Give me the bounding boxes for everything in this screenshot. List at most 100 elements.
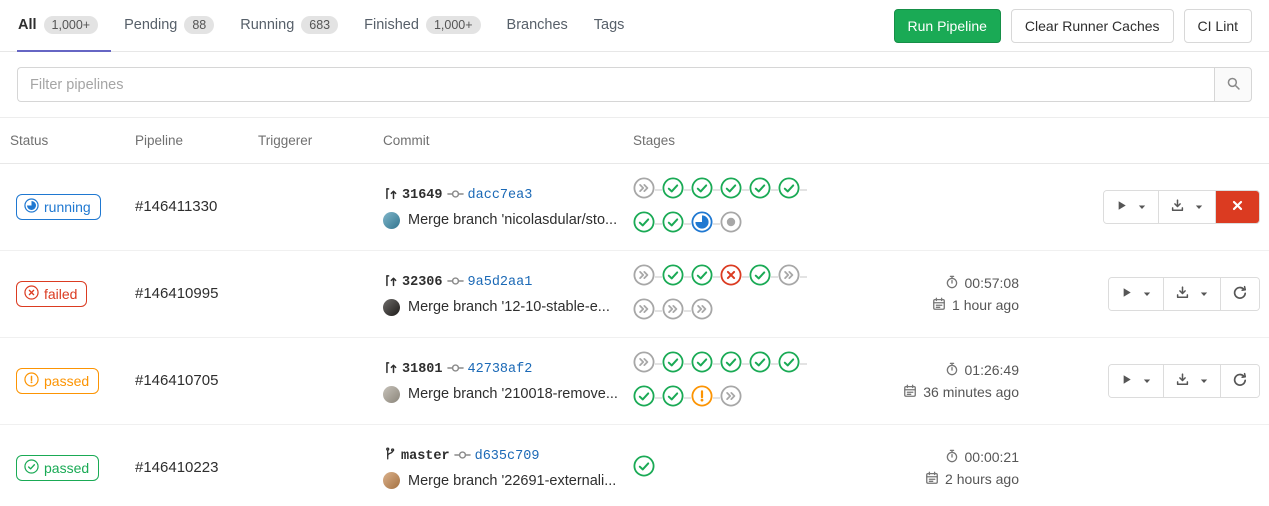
filter-pipelines-input[interactable] xyxy=(17,67,1214,102)
ref-link[interactable]: 31649 xyxy=(402,188,443,203)
clear-runner-caches-button[interactable]: Clear Runner Caches xyxy=(1011,9,1174,43)
download-artifacts-button[interactable] xyxy=(1158,191,1215,223)
stage-icon-skipped[interactable] xyxy=(691,298,713,325)
stage-connector xyxy=(655,223,662,225)
stage-icon-passed[interactable] xyxy=(662,211,691,238)
column-header-triggerer: Triggerer xyxy=(258,133,383,148)
ci-lint-button[interactable]: CI Lint xyxy=(1184,9,1252,43)
status-badge-label: passed xyxy=(44,373,89,389)
passed-status-icon xyxy=(662,351,684,378)
passed-status-icon xyxy=(691,351,713,378)
age-text: 2 hours ago xyxy=(945,471,1019,487)
play-pipeline-button[interactable] xyxy=(1109,278,1163,310)
stage-icon-running[interactable] xyxy=(691,211,720,238)
stage-icon-warning[interactable] xyxy=(691,385,720,412)
commit-message-link[interactable]: Merge branch '210018-remove... xyxy=(408,386,618,402)
pipeline-id-link[interactable]: #146410223 xyxy=(135,459,218,476)
pipeline-id-link[interactable]: #146411330 xyxy=(135,198,217,215)
download-artifacts-button[interactable] xyxy=(1163,278,1220,310)
stage-icon-skipped[interactable] xyxy=(778,264,807,291)
stage-connector xyxy=(771,276,778,278)
stage-icon-passed[interactable] xyxy=(778,177,807,204)
stages-list xyxy=(633,455,813,482)
pipelines-table-header: Status Pipeline Triggerer Commit Stages xyxy=(0,118,1269,164)
stage-connector xyxy=(684,276,691,278)
stage-icon-passed[interactable] xyxy=(662,351,691,378)
commit-message-link[interactable]: Merge branch 'nicolasdular/sto... xyxy=(408,212,617,228)
stage-icon-passed[interactable] xyxy=(662,385,691,412)
stage-icon-passed[interactable] xyxy=(720,351,749,378)
pipeline-age: 1 hour ago xyxy=(932,297,1019,314)
download-icon xyxy=(1170,198,1185,216)
stages-cell xyxy=(633,351,838,412)
commit-author-avatar[interactable] xyxy=(383,472,400,489)
passed-status-icon xyxy=(749,177,771,204)
close-icon xyxy=(1231,199,1244,215)
commit-author-avatar[interactable] xyxy=(383,386,400,403)
stage-icon-passed[interactable] xyxy=(778,351,807,378)
stage-icon-skipped[interactable] xyxy=(720,385,742,412)
status-badge-running[interactable]: running xyxy=(16,194,101,220)
stage-icon-created[interactable] xyxy=(720,211,742,238)
commit-sha-link[interactable]: 9a5d2aa1 xyxy=(468,275,533,290)
stopwatch-icon xyxy=(945,362,959,379)
ref-link[interactable]: 32306 xyxy=(402,275,443,290)
status-badge-passed[interactable]: passed xyxy=(16,455,99,481)
retry-pipeline-button[interactable] xyxy=(1220,365,1259,397)
stage-icon-passed[interactable] xyxy=(691,264,720,291)
commit-sha-link[interactable]: dacc7ea3 xyxy=(468,188,533,203)
stage-icon-skipped[interactable] xyxy=(633,264,662,291)
stage-icon-passed[interactable] xyxy=(749,177,778,204)
commit-author-avatar[interactable] xyxy=(383,212,400,229)
stage-icon-passed[interactable] xyxy=(720,177,749,204)
play-pipeline-button[interactable] xyxy=(1104,191,1158,223)
stage-icon-failed[interactable] xyxy=(720,264,749,291)
stage-icon-passed[interactable] xyxy=(749,264,778,291)
pipeline-id-link[interactable]: #146410995 xyxy=(135,285,218,302)
commit-message-link[interactable]: Merge branch '12-10-stable-e... xyxy=(408,299,610,315)
stage-icon-passed[interactable] xyxy=(691,177,720,204)
status-badge-failed[interactable]: failed xyxy=(16,281,87,307)
tab-pending[interactable]: Pending 88 xyxy=(111,0,227,52)
calendar-icon xyxy=(903,384,917,401)
download-artifacts-button[interactable] xyxy=(1163,365,1220,397)
stage-icon-passed[interactable] xyxy=(691,351,720,378)
cancel-pipeline-button[interactable] xyxy=(1215,191,1259,223)
stage-icon-passed[interactable] xyxy=(633,385,662,412)
stage-icon-passed[interactable] xyxy=(662,177,691,204)
commit-message-link[interactable]: Merge branch '22691-externali... xyxy=(408,473,616,489)
ref-link[interactable]: 31801 xyxy=(402,362,443,377)
play-pipeline-button[interactable] xyxy=(1109,365,1163,397)
stage-icon-skipped[interactable] xyxy=(633,177,662,204)
stage-icon-skipped[interactable] xyxy=(633,298,662,325)
passed-status-icon xyxy=(633,385,655,412)
stopwatch-icon xyxy=(945,449,959,466)
status-cell: failed xyxy=(10,281,135,307)
passed-status-icon xyxy=(778,177,800,204)
stage-icon-skipped[interactable] xyxy=(662,298,691,325)
stage-icon-passed[interactable] xyxy=(662,264,691,291)
tab-tags[interactable]: Tags xyxy=(581,0,638,52)
stage-icon-passed[interactable] xyxy=(633,455,655,482)
status-badge-warning[interactable]: passed xyxy=(16,368,99,394)
commit-sha-link[interactable]: 42738af2 xyxy=(468,362,533,377)
tab-branches[interactable]: Branches xyxy=(494,0,581,52)
tab-finished[interactable]: Finished 1,000+ xyxy=(351,0,493,52)
run-pipeline-button[interactable]: Run Pipeline xyxy=(894,9,1001,43)
created-status-icon xyxy=(720,211,742,238)
pipeline-id-cell: #146410223 xyxy=(135,459,258,477)
search-button[interactable] xyxy=(1214,67,1252,102)
tab-running[interactable]: Running 683 xyxy=(227,0,351,52)
passed-status-icon xyxy=(662,211,684,238)
stage-icon-passed[interactable] xyxy=(749,351,778,378)
stage-icon-passed[interactable] xyxy=(633,211,662,238)
commit-author-avatar[interactable] xyxy=(383,299,400,316)
ref-link[interactable]: master xyxy=(401,449,450,464)
pipeline-id-link[interactable]: #146410705 xyxy=(135,372,218,389)
tab-all[interactable]: All 1,000+ xyxy=(17,0,111,52)
stage-icon-skipped[interactable] xyxy=(633,351,662,378)
skipped-status-icon xyxy=(662,298,684,325)
retry-pipeline-button[interactable] xyxy=(1220,278,1259,310)
stopwatch-icon xyxy=(945,275,959,292)
commit-sha-link[interactable]: d635c709 xyxy=(475,449,540,464)
